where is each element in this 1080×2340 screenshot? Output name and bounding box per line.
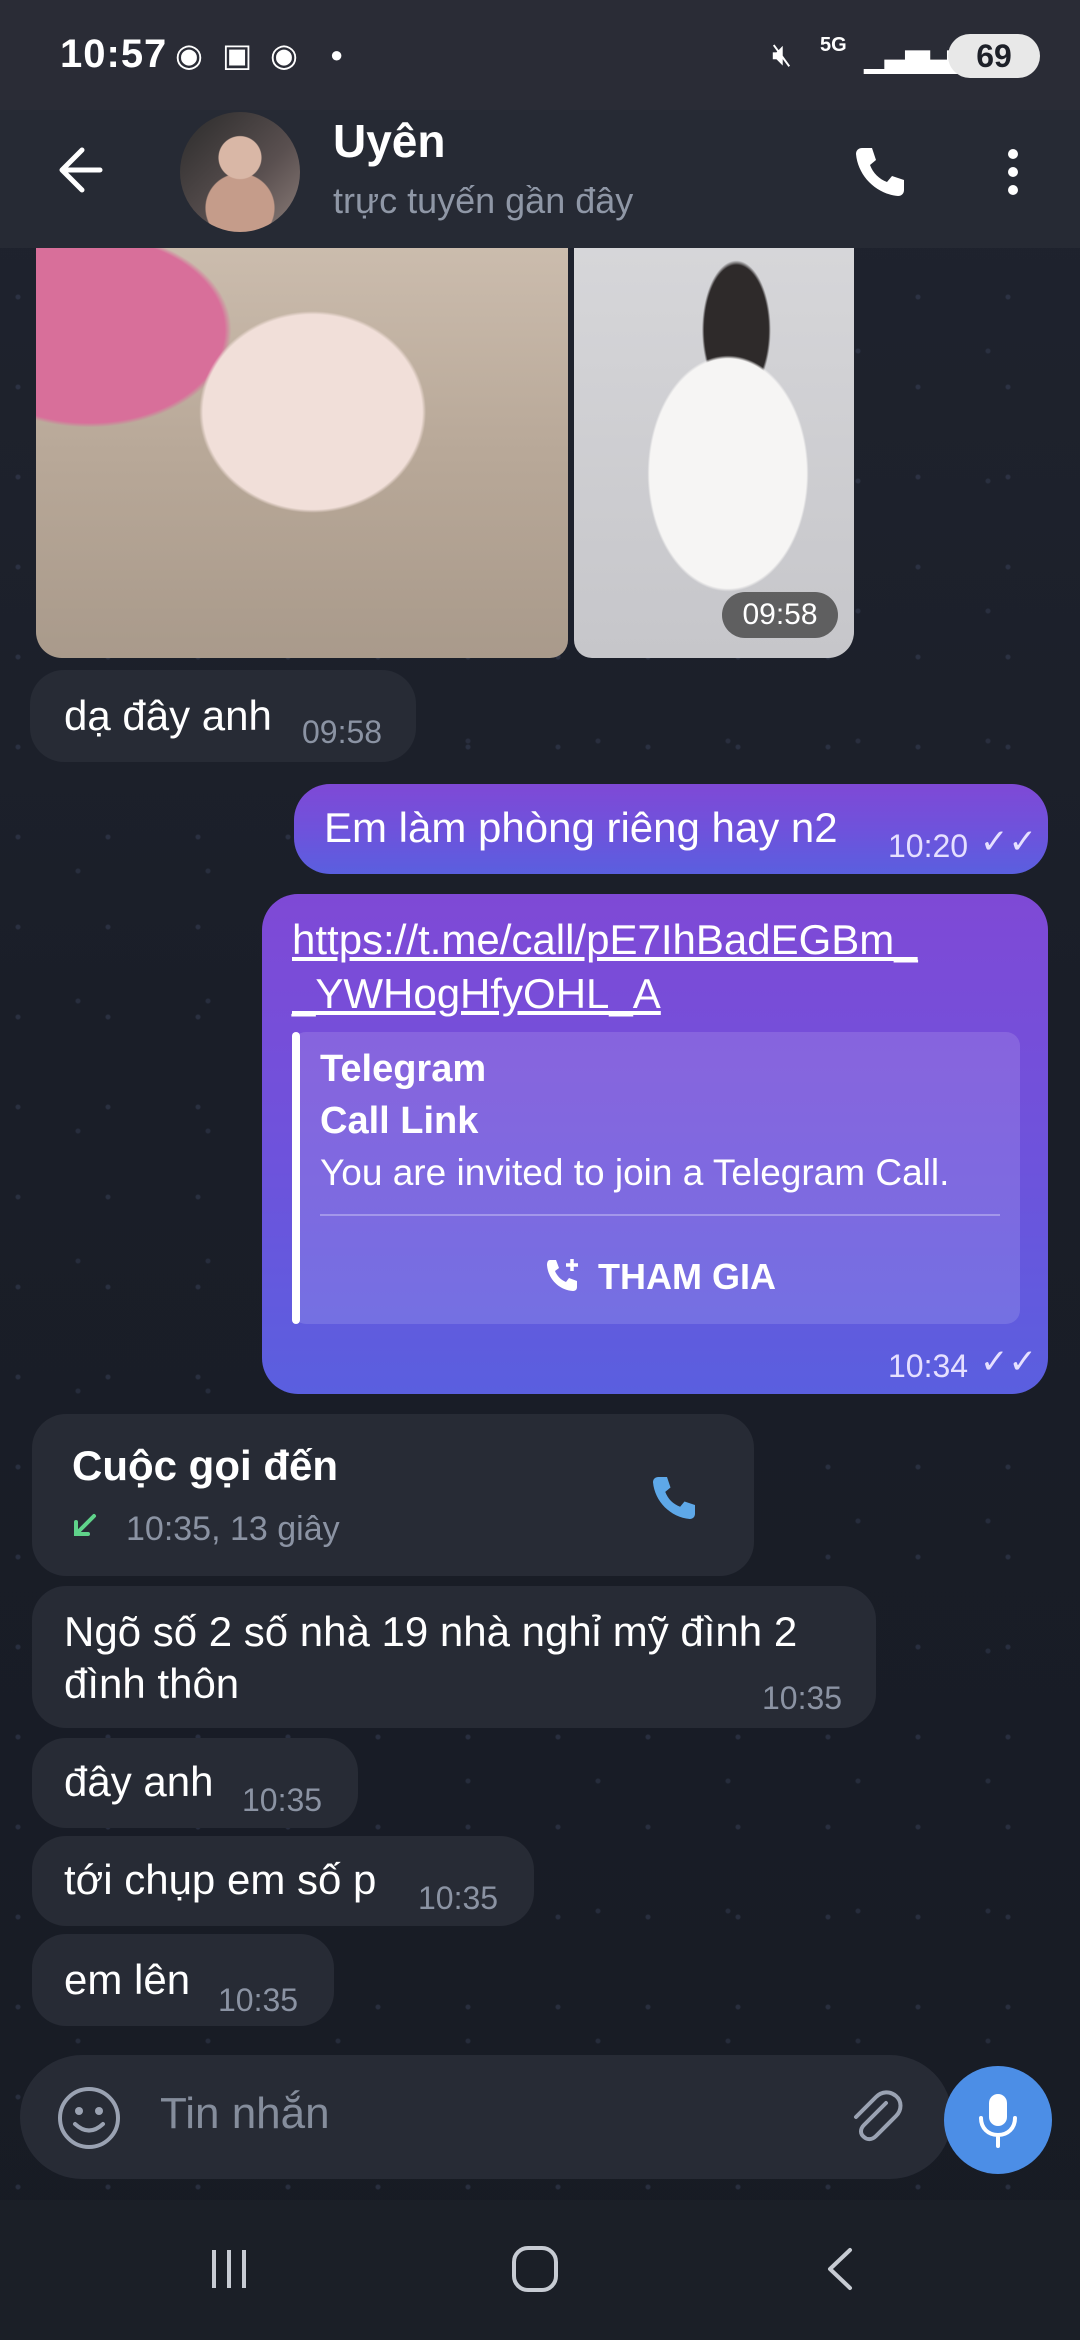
message-bubble-incoming[interactable]: em lên 10:35 bbox=[32, 1934, 334, 2026]
message-time: 10:35 bbox=[762, 1680, 843, 1716]
preview-title: Call Link bbox=[320, 1100, 479, 1142]
messenger-icon: ◉ bbox=[175, 37, 203, 73]
message-time: 10:35 bbox=[418, 1880, 499, 1916]
battery-level: 69 bbox=[976, 37, 1012, 74]
double-check-icon: ✓✓ bbox=[980, 823, 1037, 861]
preview-site: Telegram bbox=[320, 1048, 487, 1090]
call-title: Cuộc gọi đến bbox=[72, 1442, 338, 1489]
message-bubble-outgoing[interactable]: Em làm phòng riêng hay n2 10:20 ✓✓ bbox=[294, 784, 1048, 874]
message-text: em lên bbox=[64, 1956, 191, 2003]
mute-icon: 🔇︎ bbox=[772, 36, 793, 72]
attach-icon[interactable] bbox=[842, 2085, 908, 2151]
mic-icon bbox=[979, 2094, 1017, 2148]
phone-icon[interactable] bbox=[848, 140, 912, 204]
status-bar: 10:57 ◉ ▣ ◉ ● 🔇︎ 5G ▁▃▅ ▁▃▅ 69 bbox=[0, 0, 1080, 110]
call-add-icon bbox=[547, 1259, 578, 1291]
status-time: 10:57 bbox=[60, 32, 168, 76]
link-preview-card[interactable]: Telegram Call Link You are invited to jo… bbox=[292, 1032, 1020, 1324]
message-time: 10:20 bbox=[888, 828, 969, 864]
message-text: dạ đây anh bbox=[64, 692, 272, 739]
screenshot-icon: ▣ bbox=[222, 37, 253, 73]
preview-description: You are invited to join a Telegram Call. bbox=[320, 1152, 950, 1193]
home-icon[interactable] bbox=[510, 2244, 560, 2294]
back-arrow-icon[interactable] bbox=[48, 140, 108, 200]
message-time: 10:34 bbox=[888, 1348, 969, 1384]
message-composer[interactable]: Tin nhắn bbox=[20, 2055, 952, 2179]
message-text: Em làm phòng riêng hay n2 bbox=[324, 804, 838, 851]
message-text: tới chụp em số p bbox=[64, 1856, 377, 1903]
photo-thumbnail-1[interactable] bbox=[36, 248, 568, 658]
message-bubble-incoming[interactable]: Ngõ số 2 số nhà 19 nhà nghỉ mỹ đình 2 đì… bbox=[32, 1586, 876, 1728]
messenger-icon-2: ◉ bbox=[270, 37, 298, 73]
call-link-url[interactable]: https://t.me/call/pE7IhBadEGBm_ bbox=[292, 914, 918, 966]
preview-accent-bar bbox=[292, 1032, 300, 1324]
call-log-bubble[interactable]: Cuộc gọi đến 10:35, 13 giây bbox=[32, 1414, 754, 1576]
incoming-call-arrow-icon bbox=[74, 1514, 96, 1536]
double-check-icon: ✓✓ bbox=[980, 1343, 1037, 1381]
system-nav-bar bbox=[0, 2200, 1080, 2340]
battery-indicator: 69 bbox=[948, 34, 1040, 78]
message-text: Ngõ số 2 số nhà 19 nhà nghỉ mỹ đình 2 bbox=[64, 1608, 798, 1655]
emoji-icon[interactable] bbox=[56, 2085, 122, 2151]
contact-name[interactable]: Uyên bbox=[333, 114, 445, 168]
message-bubble-incoming[interactable]: đây anh 10:35 bbox=[32, 1738, 358, 1828]
photo-timestamp: 09:58 bbox=[722, 592, 838, 638]
phone-icon[interactable] bbox=[646, 1470, 702, 1526]
network-type: 5G bbox=[820, 34, 847, 56]
call-link-url-cont[interactable]: _YWHogHfyOHL_A bbox=[292, 968, 661, 1020]
more-vert-icon[interactable] bbox=[998, 140, 1028, 204]
join-call-button[interactable]: THAM GIA bbox=[598, 1256, 776, 1298]
presence-status: trực tuyến gần đây bbox=[333, 180, 634, 221]
recent-apps-icon[interactable] bbox=[206, 2246, 252, 2292]
message-text-cont: đình thôn bbox=[64, 1660, 240, 1707]
message-time: 09:58 bbox=[302, 714, 383, 750]
avatar[interactable] bbox=[180, 112, 300, 232]
chat-header bbox=[0, 110, 1080, 248]
message-time: 10:35 bbox=[242, 1782, 323, 1818]
notification-dot-icon: ● bbox=[330, 42, 344, 67]
message-text: đây anh bbox=[64, 1758, 214, 1805]
call-detail: 10:35, 13 giây bbox=[126, 1510, 340, 1548]
message-input[interactable]: Tin nhắn bbox=[160, 2089, 330, 2139]
message-bubble-incoming[interactable]: dạ đây anh 09:58 bbox=[30, 670, 416, 762]
back-nav-icon[interactable] bbox=[820, 2246, 860, 2292]
message-bubble-incoming[interactable]: tới chụp em số p 10:35 bbox=[32, 1836, 534, 1926]
voice-record-button[interactable] bbox=[944, 2066, 1052, 2174]
message-time: 10:35 bbox=[218, 1982, 299, 2018]
preview-divider bbox=[320, 1214, 1000, 1216]
